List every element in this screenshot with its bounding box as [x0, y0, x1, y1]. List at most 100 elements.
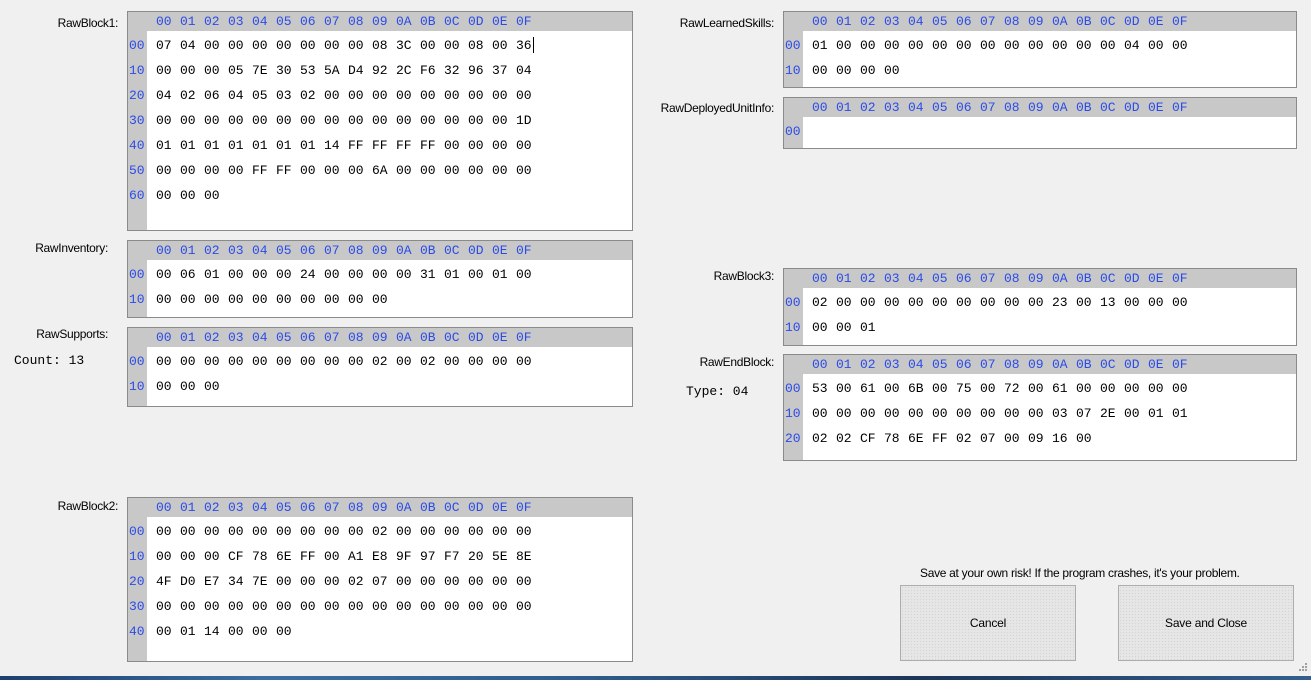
hex-byte[interactable]: 01 — [300, 138, 316, 153]
hex-byte[interactable]: 00 — [1076, 295, 1092, 310]
hex-byte[interactable]: 00 — [180, 354, 196, 369]
hex-byte[interactable]: 00 — [396, 574, 412, 589]
hex-byte[interactable]: CF — [228, 549, 244, 564]
hex-byte[interactable]: 00 — [228, 354, 244, 369]
hex-byte[interactable]: 00 — [324, 354, 340, 369]
hex-byte[interactable]: 01 — [180, 624, 196, 639]
hex-byte[interactable]: 36 — [516, 38, 532, 53]
resize-grip-icon[interactable] — [1296, 662, 1308, 674]
hex-byte[interactable]: 00 — [228, 292, 244, 307]
hex-byte[interactable]: 00 — [228, 113, 244, 128]
hex-byte[interactable]: 00 — [180, 113, 196, 128]
hex-byte[interactable]: 00 — [492, 88, 508, 103]
hex-byte[interactable]: 02 — [812, 295, 828, 310]
hex-byte[interactable]: 24 — [300, 267, 316, 282]
hex-byte[interactable]: 2E — [1100, 406, 1116, 421]
hex-byte[interactable]: 00 — [252, 113, 268, 128]
hex-byte[interactable]: 03 — [276, 88, 292, 103]
hex-byte[interactable]: 00 — [956, 38, 972, 53]
hex-byte[interactable]: 00 — [908, 38, 924, 53]
hex-byte[interactable]: 07 — [1076, 406, 1092, 421]
hex-byte[interactable]: 6B — [908, 381, 924, 396]
hex-byte[interactable]: 00 — [324, 38, 340, 53]
hex-byte[interactable]: 7E — [252, 63, 268, 78]
hex-byte[interactable]: 00 — [1004, 406, 1020, 421]
hex-byte[interactable]: 00 — [372, 267, 388, 282]
hex-byte[interactable]: F6 — [420, 63, 436, 78]
hex-byte[interactable]: 04 — [156, 88, 172, 103]
hex-byte[interactable]: 00 — [228, 524, 244, 539]
hex-byte[interactable]: 00 — [420, 599, 436, 614]
hex-byte[interactable]: 00 — [348, 38, 364, 53]
hex-byte[interactable]: 32 — [444, 63, 460, 78]
hex-byte[interactable]: 00 — [420, 163, 436, 178]
hex-byte[interactable]: 00 — [228, 267, 244, 282]
hex-byte[interactable]: 00 — [516, 138, 532, 153]
hex-byte[interactable]: 00 — [420, 88, 436, 103]
hex-byte[interactable]: 02 — [812, 431, 828, 446]
hex-byte[interactable]: 00 — [276, 354, 292, 369]
hex-byte[interactable]: FF — [396, 138, 412, 153]
hex-byte[interactable]: 00 — [348, 113, 364, 128]
hex-byte[interactable]: 00 — [324, 574, 340, 589]
hex-byte[interactable]: 00 — [932, 38, 948, 53]
hex-byte[interactable]: A1 — [348, 549, 364, 564]
hex-byte[interactable]: 00 — [252, 524, 268, 539]
hex-byte[interactable]: 00 — [252, 599, 268, 614]
hex-byte[interactable]: D4 — [348, 63, 364, 78]
hex-byte[interactable]: 00 — [180, 379, 196, 394]
hex-byte[interactable]: 00 — [276, 574, 292, 589]
hex-byte[interactable]: 53 — [300, 63, 316, 78]
hex-byte[interactable]: 00 — [1100, 381, 1116, 396]
hex-byte[interactable]: 00 — [204, 188, 220, 203]
hex-byte[interactable]: 00 — [396, 113, 412, 128]
hex-byte[interactable]: 00 — [812, 63, 828, 78]
hex-byte[interactable]: 6A — [372, 163, 388, 178]
hex-byte[interactable]: 13 — [1100, 295, 1116, 310]
rawlearnedskills-hex-editor[interactable]: 00 01 02 03 04 05 06 07 08 09 0A 0B 0C 0D 0E 0F 00 01 00 00… — [783, 11, 1297, 88]
hex-byte[interactable]: 01 — [204, 138, 220, 153]
hex-byte[interactable]: 00 — [348, 354, 364, 369]
hex-byte[interactable]: 00 — [396, 267, 412, 282]
hex-byte[interactable]: 00 — [1076, 431, 1092, 446]
hex-byte[interactable]: 00 — [444, 138, 460, 153]
hex-byte[interactable]: 00 — [468, 88, 484, 103]
hex-byte[interactable]: 01 — [1148, 406, 1164, 421]
hex-byte[interactable]: 00 — [1148, 381, 1164, 396]
hex-byte[interactable]: 00 — [492, 113, 508, 128]
hex-byte[interactable]: 78 — [884, 431, 900, 446]
hex-byte[interactable]: 00 — [372, 113, 388, 128]
hex-byte[interactable]: 00 — [1076, 38, 1092, 53]
hex-byte[interactable]: 00 — [492, 163, 508, 178]
hex-byte[interactable]: 00 — [884, 63, 900, 78]
hex-byte[interactable]: 00 — [468, 138, 484, 153]
hex-byte[interactable]: 7E — [252, 574, 268, 589]
hex-byte[interactable]: 00 — [516, 163, 532, 178]
hex-byte[interactable]: 61 — [860, 381, 876, 396]
hex-byte[interactable]: 00 — [420, 574, 436, 589]
hex-byte[interactable]: FF — [348, 138, 364, 153]
hex-byte[interactable]: 00 — [1172, 381, 1188, 396]
hex-byte[interactable]: 02 — [180, 88, 196, 103]
hex-byte[interactable]: 00 — [468, 163, 484, 178]
hex-byte[interactable]: 00 — [252, 267, 268, 282]
hex-byte[interactable]: 00 — [156, 188, 172, 203]
hex-byte[interactable]: 92 — [372, 63, 388, 78]
hex-byte[interactable]: 00 — [156, 63, 172, 78]
hex-byte[interactable]: 00 — [908, 406, 924, 421]
hex-byte[interactable]: 01 — [444, 267, 460, 282]
hex-byte[interactable]: 05 — [252, 88, 268, 103]
hex-byte[interactable]: 16 — [1052, 431, 1068, 446]
hex-byte[interactable]: 00 — [836, 38, 852, 53]
hex-byte[interactable]: 04 — [516, 63, 532, 78]
hex-byte[interactable]: 00 — [396, 88, 412, 103]
hex-byte[interactable]: 00 — [204, 113, 220, 128]
hex-byte[interactable]: E7 — [204, 574, 220, 589]
hex-byte[interactable]: 00 — [372, 599, 388, 614]
hex-byte[interactable]: 96 — [468, 63, 484, 78]
hex-byte[interactable]: 00 — [348, 267, 364, 282]
hex-byte[interactable]: 00 — [860, 295, 876, 310]
hex-byte[interactable]: 07 — [372, 574, 388, 589]
hex-byte[interactable]: 07 — [156, 38, 172, 53]
hex-byte[interactable]: 00 — [252, 292, 268, 307]
